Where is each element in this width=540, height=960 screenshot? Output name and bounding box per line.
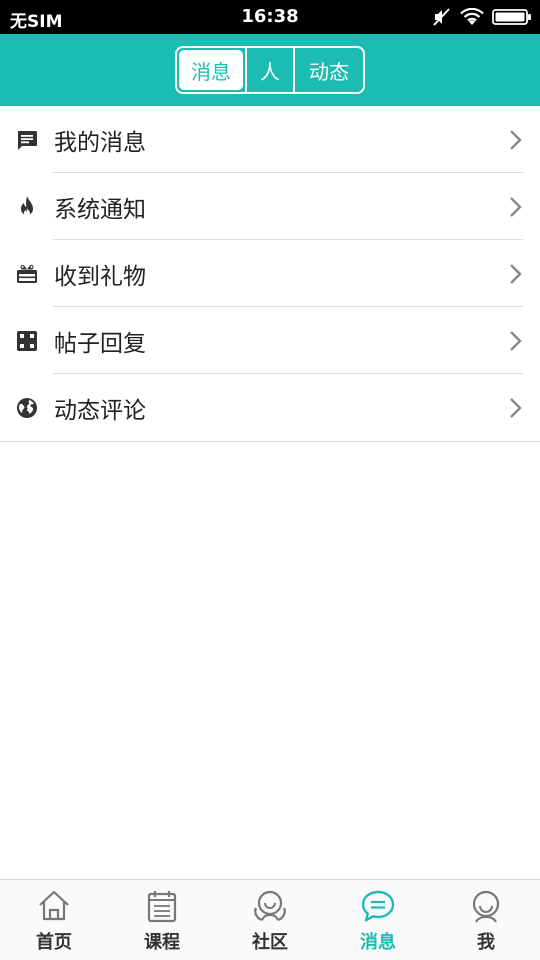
flame-icon (21, 196, 33, 216)
globe-icon (17, 398, 37, 418)
status-icons (432, 6, 532, 28)
reply-icon (17, 331, 37, 351)
message-category-list: 我的消息 系统通知 收到礼物 帖子回复 动态评论 (0, 106, 540, 442)
nav-item-courses[interactable]: 课程 (108, 880, 216, 960)
message-icon (18, 131, 37, 150)
wifi-icon (460, 7, 484, 25)
chevron-right-icon (510, 398, 522, 418)
status-bar: 无SIM 16:38 (0, 0, 540, 34)
chevron-right-icon (510, 264, 522, 284)
segmented-control: 消息 人 动态 (175, 46, 365, 94)
app-header: 消息 人 动态 (0, 34, 540, 106)
tab-people[interactable]: 人 (245, 48, 295, 92)
menu-item-label: 收到礼物 (54, 264, 146, 290)
menu-item-my-messages[interactable]: 我的消息 (0, 106, 540, 173)
nav-label: 课程 (144, 932, 180, 953)
chat-bubble-icon (361, 890, 395, 922)
person-icon (472, 890, 500, 923)
nav-item-messages[interactable]: 消息 (324, 880, 432, 960)
menu-item-label: 系统通知 (54, 197, 146, 223)
nav-label: 我 (477, 932, 495, 953)
nav-label: 首页 (36, 932, 72, 953)
nav-item-community[interactable]: 社区 (216, 880, 324, 960)
bottom-nav: 首页 课程 社区 消息 我 (0, 879, 540, 960)
menu-item-activity-comments[interactable]: 动态评论 (0, 374, 540, 441)
nav-label: 社区 (252, 932, 288, 953)
tab-messages[interactable]: 消息 (179, 50, 243, 90)
chevron-right-icon (510, 130, 522, 150)
nav-item-home[interactable]: 首页 (0, 880, 108, 960)
menu-item-post-replies[interactable]: 帖子回复 (0, 307, 540, 374)
mute-icon (433, 8, 450, 26)
menu-item-label: 我的消息 (54, 130, 146, 156)
menu-item-label: 动态评论 (54, 398, 146, 424)
battery-icon (492, 9, 531, 25)
community-icon (254, 890, 286, 922)
chevron-right-icon (510, 197, 522, 217)
gift-icon (17, 264, 37, 283)
tab-activity[interactable]: 动态 (295, 48, 363, 92)
calendar-icon (147, 891, 177, 923)
menu-item-gifts[interactable]: 收到礼物 (0, 240, 540, 307)
nav-item-me[interactable]: 我 (432, 880, 540, 960)
nav-label: 消息 (360, 932, 396, 953)
home-icon (39, 890, 69, 921)
chevron-right-icon (510, 331, 522, 351)
menu-item-system-notice[interactable]: 系统通知 (0, 173, 540, 240)
menu-item-label: 帖子回复 (54, 331, 146, 357)
